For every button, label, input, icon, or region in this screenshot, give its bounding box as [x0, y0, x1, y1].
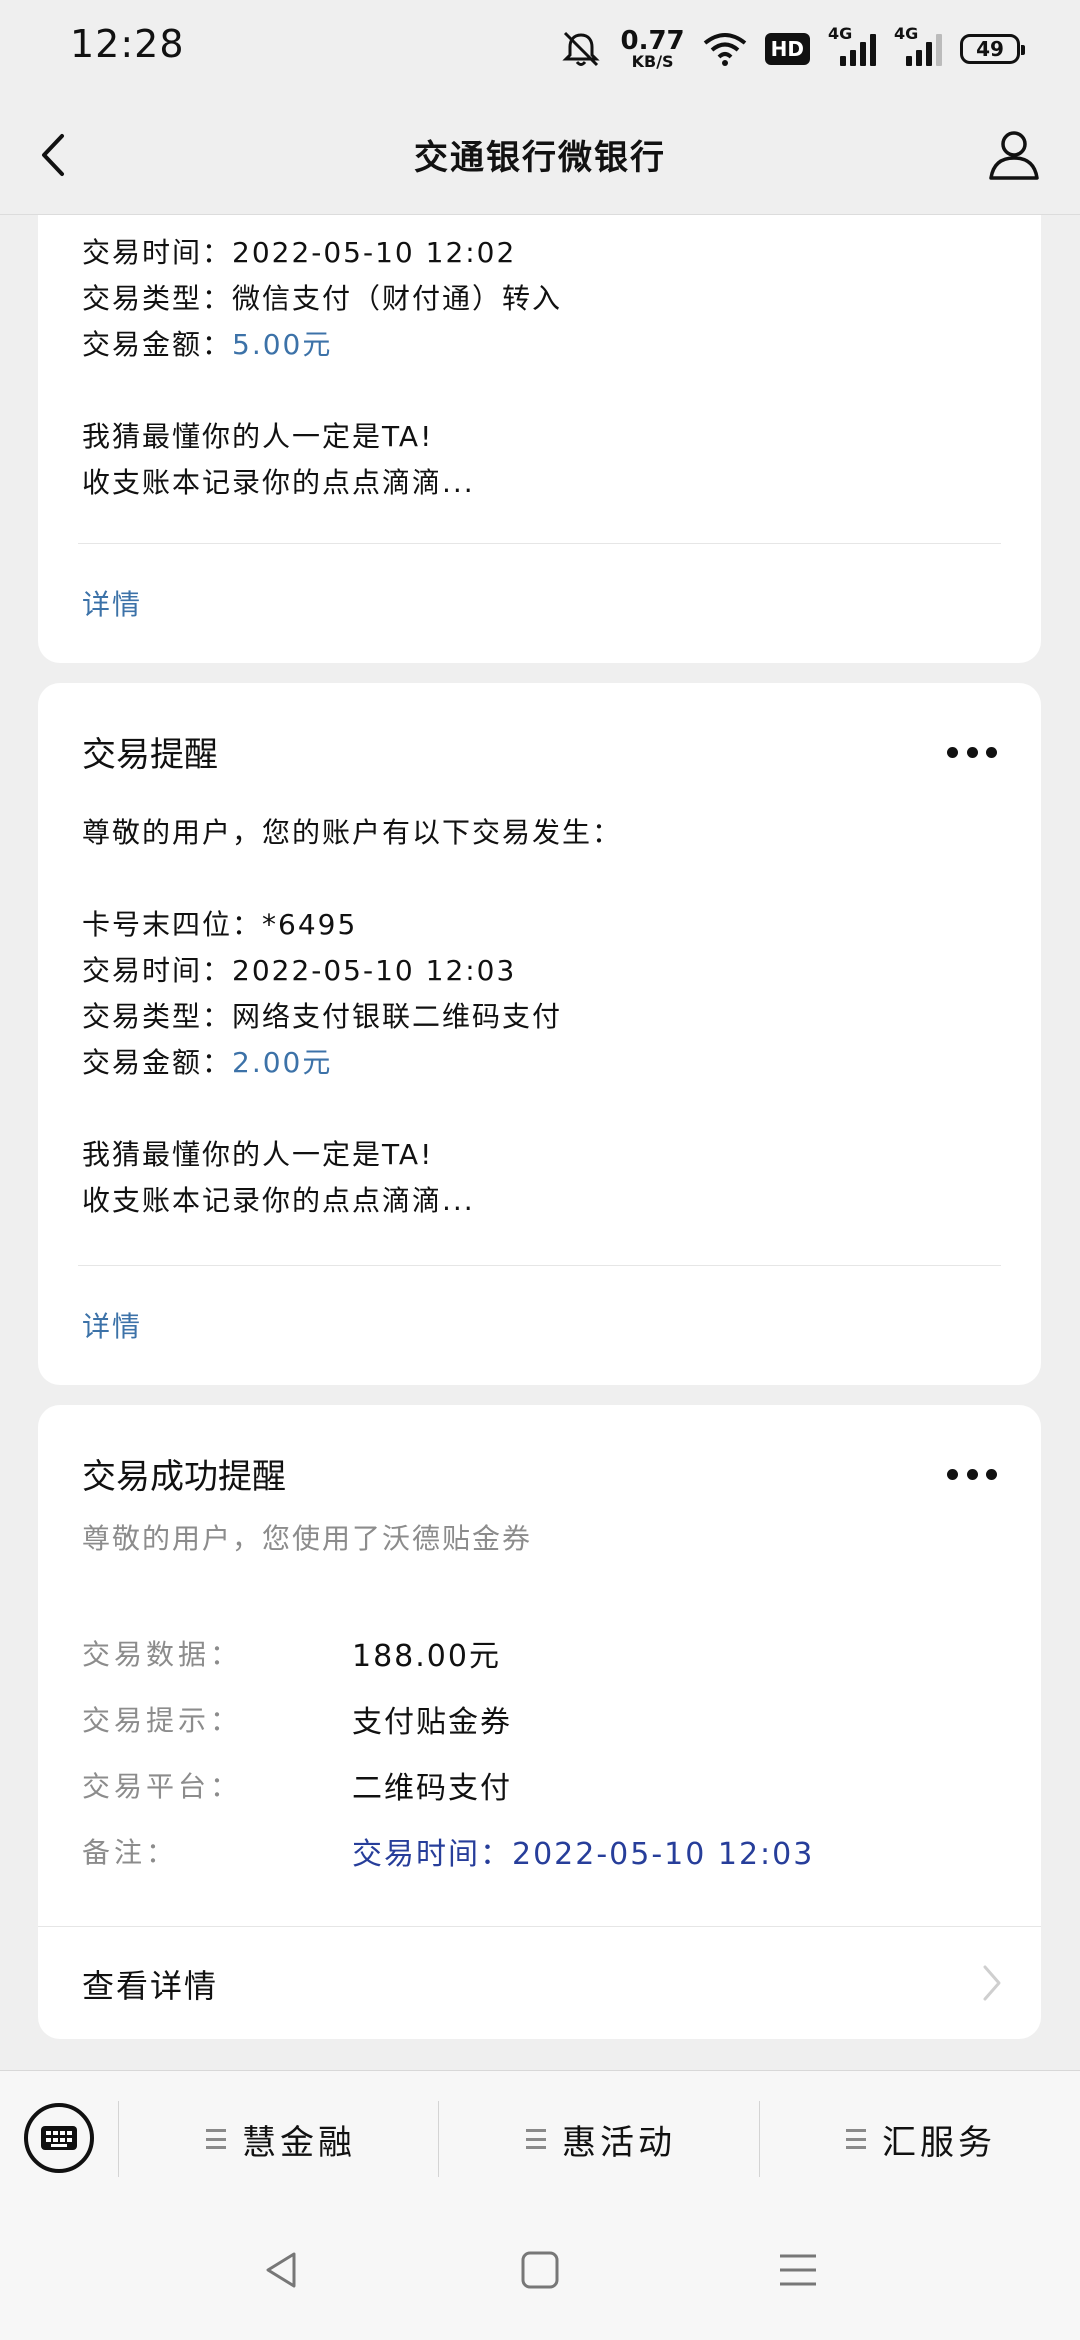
card3-more-icon[interactable]: [947, 1467, 997, 1481]
card1-amount-value: 5.00元: [232, 328, 333, 361]
card2-greeting: 尊敬的用户，您的账户有以下交易发生：: [82, 816, 623, 849]
card1-time-line: 交易时间：2022-05-10 12:02: [82, 236, 517, 269]
keyboard-toggle-button[interactable]: [24, 2103, 94, 2173]
card2-promo-line-2: 收支账本记录你的点点滴滴...: [82, 1184, 475, 1217]
card3-row-value-3: 二维码支付: [352, 1771, 512, 1806]
menu-list-icon: [526, 2129, 546, 2149]
hd-badge: HD: [764, 33, 810, 65]
card3-row-key-4: 备注：: [82, 1836, 179, 1869]
transaction-card-1: 交易时间：2022-05-10 12:02 交易类型：微信支付（财付通）转入 交…: [38, 215, 1041, 663]
network-speed-unit: KB/S: [631, 52, 674, 71]
card1-promo-line-2: 收支账本记录你的点点滴滴...: [82, 466, 475, 499]
battery-level: 49: [976, 37, 1004, 61]
card3-row-value-1: 188.00元: [352, 1639, 501, 1674]
card3-divider: [38, 1926, 1041, 1927]
card3-view-details-link[interactable]: 查看详情: [82, 1961, 218, 2007]
page-title: 交通银行微银行: [414, 138, 666, 178]
transaction-card-2: 交易提醒 尊敬的用户，您的账户有以下交易发生： 卡号末四位：*6495 交易时间…: [38, 683, 1041, 1385]
menu-list-icon: [206, 2129, 226, 2149]
card1-detail-link[interactable]: 详情: [82, 583, 142, 623]
card2-amount-line: 交易金额：2.00元: [82, 1041, 332, 1081]
card3-row-key-1: 交易数据：: [82, 1638, 243, 1671]
signal-label-2: 4G: [894, 24, 919, 43]
card2-detail-link[interactable]: 详情: [82, 1305, 142, 1345]
card2-title: 交易提醒: [82, 735, 218, 775]
chevron-right-icon[interactable]: [979, 1963, 1005, 2003]
menu-list-icon: [846, 2129, 866, 2149]
system-menu-icon[interactable]: [776, 2248, 820, 2292]
card3-row-key-3: 交易平台：: [82, 1770, 243, 1803]
card3-row-value-2: 支付贴金券: [352, 1705, 512, 1740]
mute-bell-icon: [561, 31, 600, 67]
card2-type-line: 交易类型：网络支付银联二维码支付: [82, 1000, 563, 1033]
card2-amount-label: 交易金额：: [82, 1046, 233, 1079]
navigation-bar: 交通银行微银行: [0, 96, 1080, 215]
message-list[interactable]: 交易时间：2022-05-10 12:02 交易类型：微信支付（财付通）转入 交…: [0, 215, 1080, 2070]
card1-type-line: 交易类型：微信支付（财付通）转入: [82, 282, 563, 315]
menu-divider-2: [438, 2101, 439, 2177]
card2-divider: [78, 1265, 1001, 1266]
system-home-icon[interactable]: [518, 2248, 562, 2292]
menu-activities[interactable]: 惠活动: [526, 2107, 676, 2171]
system-navigation-bar: [0, 2206, 1080, 2340]
card2-more-icon[interactable]: [947, 745, 997, 759]
card3-row-key-2: 交易提示：: [82, 1704, 243, 1737]
card1-promo-line-1: 我猜最懂你的人一定是TA!: [82, 420, 434, 453]
card3-title: 交易成功提醒: [82, 1457, 286, 1497]
network-speed-value: 0.77: [620, 26, 685, 56]
card2-time-line: 交易时间：2022-05-10 12:03: [82, 954, 517, 987]
menu-divider-3: [759, 2101, 760, 2177]
signal-label: 4G: [828, 24, 853, 43]
wifi-icon: [703, 33, 746, 66]
status-bar: 12:28 0.77 KB/S HD 4G 4G 49: [0, 0, 1080, 96]
card2-amount-value: 2.00元: [232, 1046, 333, 1079]
menu-item-label: 汇服务: [882, 2122, 996, 2163]
card1-amount-label: 交易金额：: [82, 328, 233, 361]
signal-strength-1: 4G: [828, 24, 876, 66]
status-icons: 0.77 KB/S HD 4G 4G 49: [559, 24, 1025, 74]
menu-smart-finance[interactable]: 慧金融: [206, 2107, 356, 2171]
battery-icon: 49: [960, 34, 1025, 64]
signal-strength-2: 4G: [894, 24, 942, 66]
menu-services[interactable]: 汇服务: [846, 2107, 996, 2171]
card2-card-line: 卡号末四位：*6495: [82, 908, 358, 941]
card1-amount-line: 交易金额：5.00元: [82, 323, 332, 363]
user-profile-icon[interactable]: [986, 126, 1042, 182]
card1-divider: [78, 543, 1001, 544]
card2-promo-line-1: 我猜最懂你的人一定是TA!: [82, 1138, 434, 1171]
card3-row-value-4: 交易时间：2022-05-10 12:03: [352, 1837, 815, 1872]
network-speed: 0.77 KB/S: [621, 28, 685, 70]
keyboard-icon: [41, 2126, 77, 2150]
menu-item-label: 慧金融: [242, 2122, 356, 2163]
card3-subtitle: 尊敬的用户，您使用了沃德贴金券: [82, 1522, 533, 1555]
menu-divider-1: [118, 2101, 119, 2177]
bottom-menu-bar: 慧金融 惠活动 汇服务: [0, 2070, 1080, 2207]
system-back-icon[interactable]: [260, 2248, 304, 2292]
menu-item-label: 惠活动: [562, 2122, 676, 2163]
transaction-success-card: 交易成功提醒 尊敬的用户，您使用了沃德贴金券 交易数据： 188.00元 交易提…: [38, 1405, 1041, 2039]
status-time: 12:28: [70, 22, 185, 66]
